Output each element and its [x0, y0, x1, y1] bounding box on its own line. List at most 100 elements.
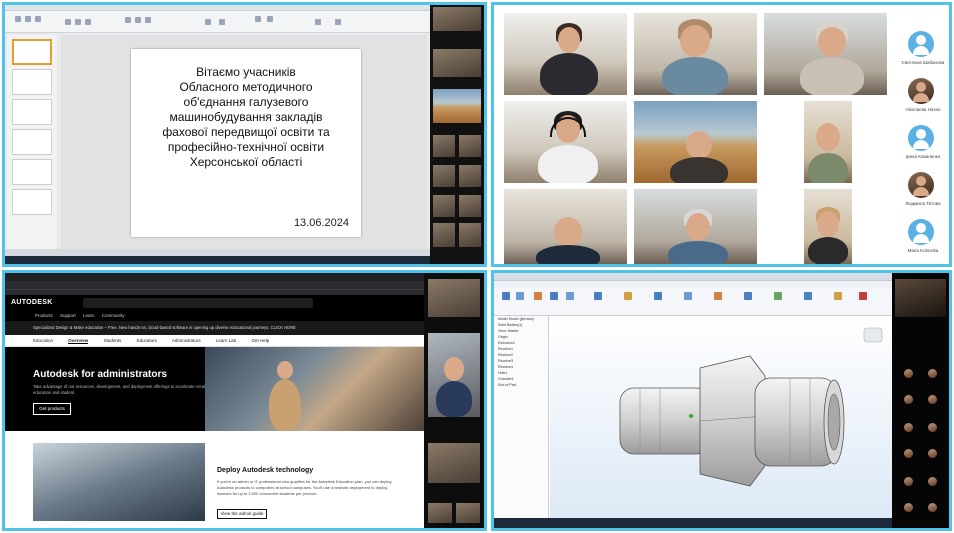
avatar	[928, 395, 937, 404]
participant-video	[459, 223, 481, 247]
presentation-panel: Вітаємо учасників Обласного методичного …	[2, 2, 487, 267]
participant-video	[433, 135, 455, 157]
hero-image	[205, 347, 427, 431]
autodesk-logo[interactable]: AUTODESK	[11, 299, 53, 306]
windows-taskbar[interactable]	[494, 518, 892, 528]
site-nav[interactable]: Products Support Learn Community	[5, 311, 427, 321]
participant-video	[433, 49, 481, 77]
slide-thumbnail[interactable]	[12, 159, 52, 185]
avatar	[928, 423, 937, 432]
participant-video	[433, 223, 455, 247]
avatar	[928, 477, 937, 486]
participant-video	[504, 13, 627, 95]
slide: Вітаємо учасників Обласного методичного …	[131, 49, 361, 237]
tab-educators[interactable]: Educators	[137, 338, 157, 343]
inventor-window: Model Model (Деталь) Solid Bodies(1) Vie…	[494, 273, 892, 528]
viewcube-icon[interactable]	[863, 327, 883, 343]
user-icon	[908, 125, 934, 151]
participant-video	[634, 189, 757, 264]
powerpoint-window: Вітаємо учасників Обласного методичного …	[5, 5, 430, 264]
get-products-button[interactable]: Get products	[33, 403, 71, 415]
hero-title: Autodesk for administrators	[33, 369, 167, 380]
promo-banner[interactable]: Specialized Design & Make education – Fr…	[5, 321, 427, 335]
participant-avatar: Людмила Титова	[894, 164, 949, 211]
avatar	[928, 369, 937, 378]
participant-video	[804, 101, 852, 183]
browser-tabs[interactable]	[5, 273, 427, 281]
slide-thumbnail[interactable]	[12, 69, 52, 95]
user-icon	[908, 31, 934, 57]
participant-video	[764, 13, 887, 95]
video-gallery-panel: Светлана Шабанова Ніколаєва Натал Ірина …	[491, 2, 952, 267]
participant-avatar: Ніколаєва Натал	[894, 70, 949, 117]
slide-date: 13.06.2024	[293, 217, 349, 229]
participant-avatar: Светлана Шабанова	[894, 23, 949, 70]
participant-video	[459, 135, 481, 157]
participant-video	[433, 89, 481, 123]
avatar	[908, 172, 934, 198]
avatar	[908, 78, 934, 104]
slide-thumbnail[interactable]	[12, 39, 52, 65]
browser-window: AUTODESK Products Support Learn Communit…	[5, 273, 427, 528]
participant-name: Maria Kolovska	[907, 248, 939, 253]
hero-text: Take advantage of our resources, develop…	[33, 384, 211, 395]
admin-guide-button[interactable]: View the admin guide	[217, 509, 267, 519]
cad-panel: Model Model (Деталь) Solid Bodies(1) Vie…	[491, 270, 952, 531]
tab-learn-lab[interactable]: Learn Lab	[216, 338, 236, 343]
hero-section: Autodesk for administrators Take advanta…	[5, 347, 427, 431]
avatar	[904, 395, 913, 404]
model-tree-item[interactable]: End of Part	[494, 382, 548, 388]
participant-avatar: Ірина Коваленко	[894, 117, 949, 164]
participant-name: Ірина Коваленко	[905, 154, 941, 159]
tab-students[interactable]: Students	[104, 338, 122, 343]
audio-participants-list: Светлана Шабанова Ніколаєва Натал Ірина …	[894, 23, 949, 258]
avatar	[904, 449, 913, 458]
avatar	[904, 369, 913, 378]
address-bar[interactable]	[5, 281, 427, 289]
model-browser[interactable]: Model Model (Деталь) Solid Bodies(1) Vie…	[494, 316, 549, 518]
participant-video	[433, 195, 455, 217]
slide-thumbnail[interactable]	[12, 129, 52, 155]
screenshot-collage: Вітаємо учасників Обласного методичного …	[0, 0, 954, 533]
classroom-image	[33, 443, 205, 521]
participant-avatar: Maria Kolovska	[894, 211, 949, 258]
participant-video	[895, 279, 946, 317]
avatar	[928, 503, 937, 512]
participant-video	[428, 333, 480, 417]
participant-video	[433, 7, 481, 31]
slide-thumbnail[interactable]	[12, 99, 52, 125]
participant-video	[804, 189, 852, 264]
participants-strip	[424, 273, 484, 528]
participants-strip	[430, 5, 484, 264]
inventor-ribbon[interactable]	[494, 288, 892, 316]
powerpoint-ribbon[interactable]	[5, 11, 430, 33]
tab-get-help[interactable]: Get Help	[251, 338, 269, 343]
avatar	[904, 477, 913, 486]
participant-name: Людмила Титова	[905, 201, 941, 206]
section-title: Deploy Autodesk technology	[217, 467, 314, 474]
slide-canvas: Вітаємо учасників Обласного методичного …	[61, 35, 427, 249]
participants-strip	[892, 273, 949, 528]
site-header: AUTODESK	[5, 295, 427, 311]
participant-video	[428, 279, 480, 317]
participant-video	[428, 443, 480, 483]
tab-overview[interactable]: Overview	[68, 338, 89, 344]
tab-education[interactable]: Education	[33, 338, 53, 343]
participant-video	[634, 101, 757, 183]
inventor-tabs[interactable]	[494, 281, 892, 288]
participant-name: Светлана Шабанова	[901, 60, 945, 65]
inventor-titlebar	[494, 273, 892, 281]
slide-thumbnail[interactable]	[12, 189, 52, 215]
search-input[interactable]	[83, 298, 313, 308]
3d-viewport[interactable]	[550, 316, 892, 518]
participant-video	[504, 101, 627, 183]
participant-name: Ніколаєва Натал	[905, 107, 941, 112]
tab-administrators[interactable]: Administrators	[172, 338, 201, 343]
browser-panel: AUTODESK Products Support Learn Communit…	[2, 270, 487, 531]
windows-taskbar[interactable]	[5, 256, 430, 264]
section-tabs: Education Overview Students Educators Ad…	[5, 335, 427, 347]
avatar	[904, 423, 913, 432]
slide-thumbnails[interactable]	[7, 35, 57, 249]
powerpoint-statusbar	[5, 249, 430, 256]
participant-video	[428, 503, 452, 523]
